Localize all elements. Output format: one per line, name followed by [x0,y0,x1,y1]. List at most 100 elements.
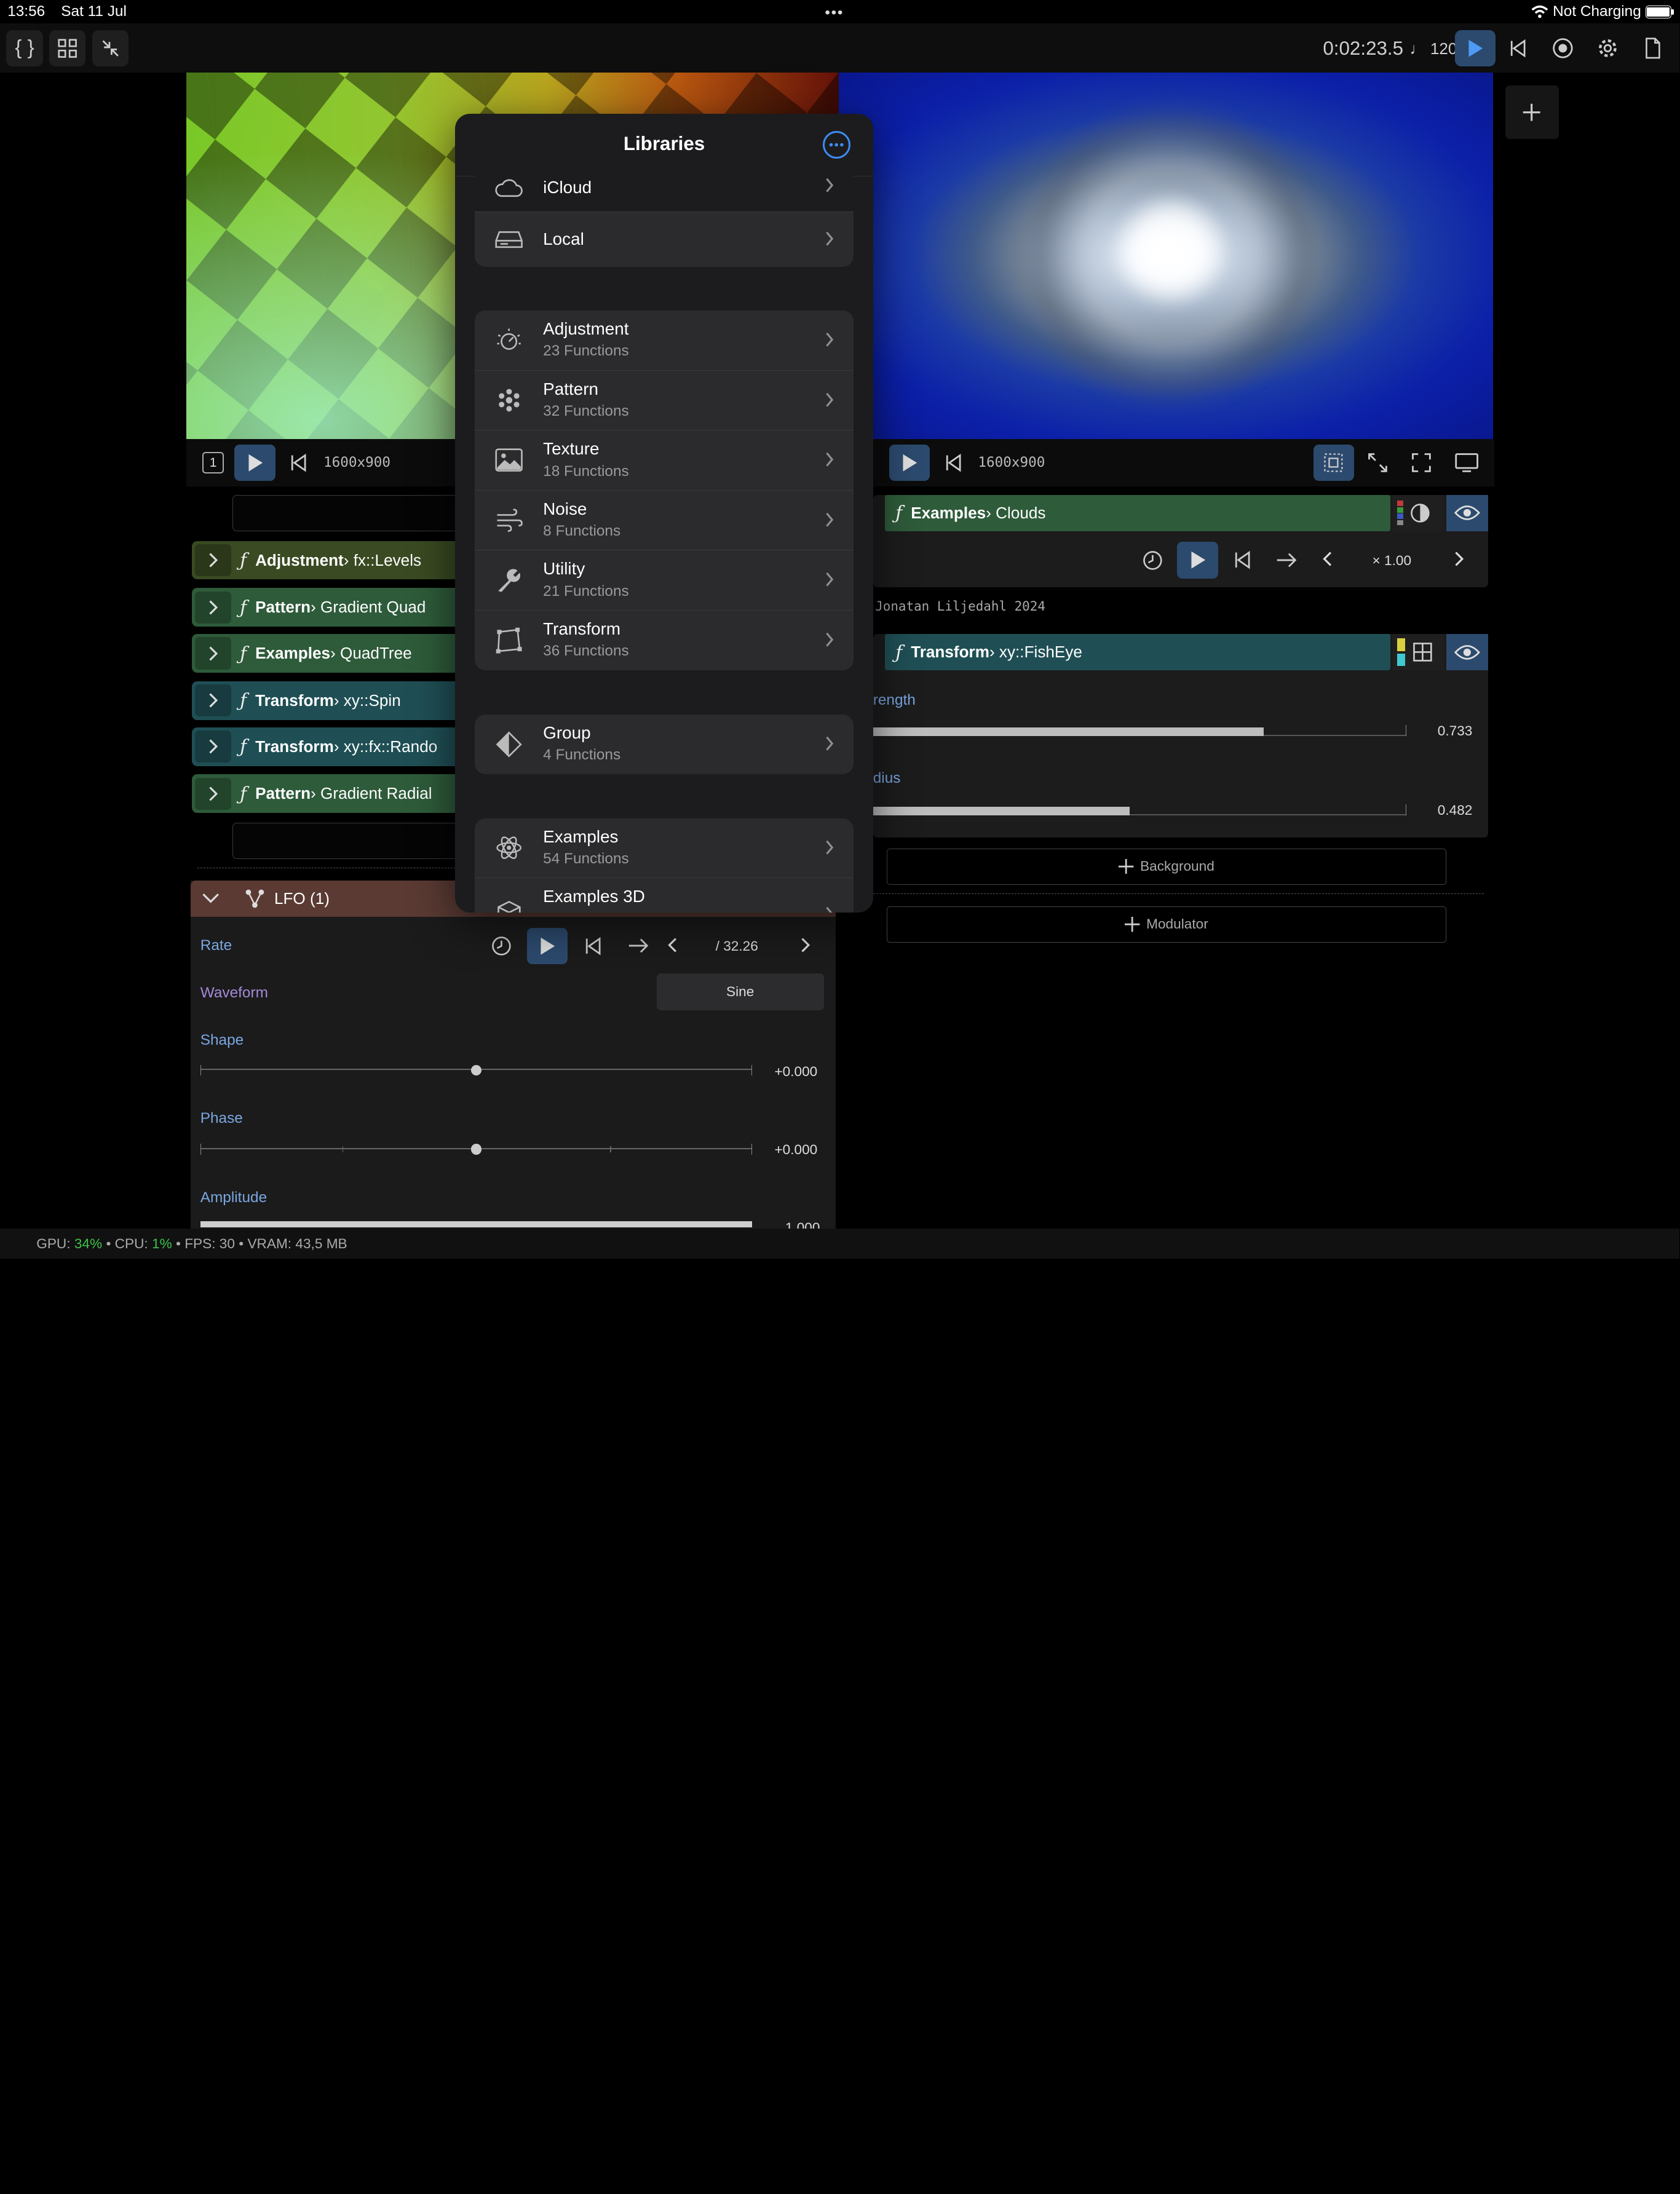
expand-chevron[interactable] [195,544,232,577]
node-search-field[interactable] [232,494,463,532]
node-category: Transform [255,737,334,756]
clouds-speed[interactable]: × 1.00 [1373,553,1412,569]
rate-label[interactable]: Rate [200,937,232,954]
left-rewind-button[interactable] [279,445,319,481]
rate-forward-button[interactable] [619,928,658,964]
node-row[interactable]: ƒ Adjustment › fx::Levels [191,541,470,580]
grid-view-button[interactable] [49,30,86,66]
library-item-count: 21 Functions [543,582,629,600]
more-options-button[interactable] [822,130,851,159]
external-display-button[interactable] [1446,445,1487,481]
library-item-utility[interactable]: Utility 21 Functions [474,550,854,611]
node-sep: › [333,737,339,756]
add-modulator-button[interactable]: Modulator [887,906,1446,943]
library-item-noise[interactable]: Noise 8 Functions [474,491,854,551]
settings-button[interactable] [1590,30,1626,66]
left-play-button[interactable] [234,444,275,481]
node-row[interactable]: ƒ Transform › xy::Spin [191,681,470,720]
amplitude-label[interactable]: Amplitude [200,1189,267,1206]
clouds-rewind-button[interactable] [1223,542,1262,578]
drive-icon [494,225,524,255]
radius-slider[interactable] [873,804,1407,815]
node-row[interactable]: ƒ Examples › QuadTree [191,634,470,673]
library-item-examples[interactable]: Examples 54 Functions [474,818,854,879]
chevron-right-icon[interactable] [1454,550,1464,568]
examples-group: Examples 54 Functions Examples 3D [474,818,854,913]
shape-slider-knob[interactable] [470,1064,482,1075]
rate-rewind-button[interactable] [574,928,613,964]
chevron-down-icon[interactable] [201,891,220,906]
code-braces-button[interactable]: { } [6,30,43,66]
fisheye-visibility-toggle[interactable] [1446,634,1488,671]
library-item-label: Examples 3D [543,887,645,906]
node-row[interactable]: ƒ Transform › xy::fx::Rando [191,727,470,766]
play-icon [541,937,555,955]
fisheye-node-header[interactable]: ƒ Transform › xy::FishEye [884,634,1391,671]
fullscreen-button[interactable] [1401,445,1442,481]
clock-icon [1143,550,1162,570]
library-item-adjustment[interactable]: Adjustment 23 Functions [474,311,854,371]
multitasking-dots-icon[interactable]: ••• [825,4,844,22]
rate-play-button[interactable] [527,927,568,964]
rewind-button[interactable] [1500,30,1536,66]
node-row[interactable]: ƒ Pattern › Gradient Quad [191,588,470,627]
add-panel-button[interactable] [1505,85,1559,140]
rate-clock-button[interactable] [482,928,521,964]
document-button[interactable] [1634,30,1671,66]
clouds-clock-button[interactable] [1133,542,1172,578]
library-item-texture[interactable]: Texture 18 Functions [474,430,854,491]
tempo-bpm[interactable]: ♩ 120 [1409,39,1457,58]
waveform-label[interactable]: Waveform [200,984,268,1002]
node-drop-field[interactable] [232,822,463,860]
library-item-transform[interactable]: Transform 36 Functions [475,611,854,671]
library-item-label: Utility [543,559,585,579]
library-item-examples-3d[interactable]: Examples 3D [475,878,854,913]
expand-button[interactable] [1357,445,1398,481]
chevron-left-icon[interactable] [1322,550,1333,568]
expand-chevron[interactable] [195,731,232,763]
chevron-right-icon [826,231,834,246]
right-play-button[interactable] [889,444,930,481]
right-rewind-button[interactable] [933,445,973,481]
shape-slider[interactable] [200,1064,752,1075]
library-item-icloud[interactable]: iCloud [474,160,854,212]
chevron-right-icon[interactable] [800,937,810,954]
clouds-play-button[interactable] [1177,542,1218,579]
expand-chevron[interactable] [195,591,232,624]
node-row[interactable]: ƒ Pattern › Gradient Radial [191,774,470,814]
strength-slider[interactable] [873,725,1407,736]
collapse-button[interactable] [92,30,129,66]
chevron-right-icon [826,178,834,192]
chevron-right-icon [826,512,834,527]
waveform-select[interactable]: Sine [656,973,824,1010]
function-icon: ƒ [240,736,247,758]
phase-slider[interactable] [200,1144,752,1155]
amplitude-slider[interactable] [200,1221,752,1228]
phase-label[interactable]: Phase [200,1110,243,1127]
strength-label[interactable]: rength [873,692,916,709]
phase-slider-knob[interactable] [470,1144,482,1155]
function-icon: ƒ [240,783,247,804]
grid-icon[interactable] [1412,641,1433,663]
gear-icon [1599,39,1617,57]
clouds-forward-button[interactable] [1267,542,1306,578]
play-button[interactable] [1454,30,1496,66]
expand-chevron[interactable] [195,637,232,670]
right-preview-canvas[interactable] [838,73,1494,440]
library-item-pattern[interactable]: Pattern 32 Functions [474,371,854,431]
contrast-icon[interactable] [1409,502,1431,524]
shape-label[interactable]: Shape [200,1032,244,1049]
library-item-local[interactable]: Local [474,212,854,267]
chevron-left-icon[interactable] [667,937,678,954]
clouds-node-header[interactable]: ƒ Examples › Clouds [884,494,1391,532]
add-background-button[interactable]: Background [887,848,1446,885]
rate-value[interactable]: / 32.26 [716,938,758,954]
expand-chevron[interactable] [195,777,232,810]
expand-chevron[interactable] [195,684,232,717]
library-item-group[interactable]: Group 4 Functions [475,715,854,775]
radius-label[interactable]: dius [873,770,901,787]
page-number-button[interactable]: 1 [193,445,234,481]
fit-view-button[interactable] [1313,444,1354,481]
record-button[interactable] [1545,30,1581,66]
clouds-visibility-toggle[interactable] [1446,494,1488,532]
